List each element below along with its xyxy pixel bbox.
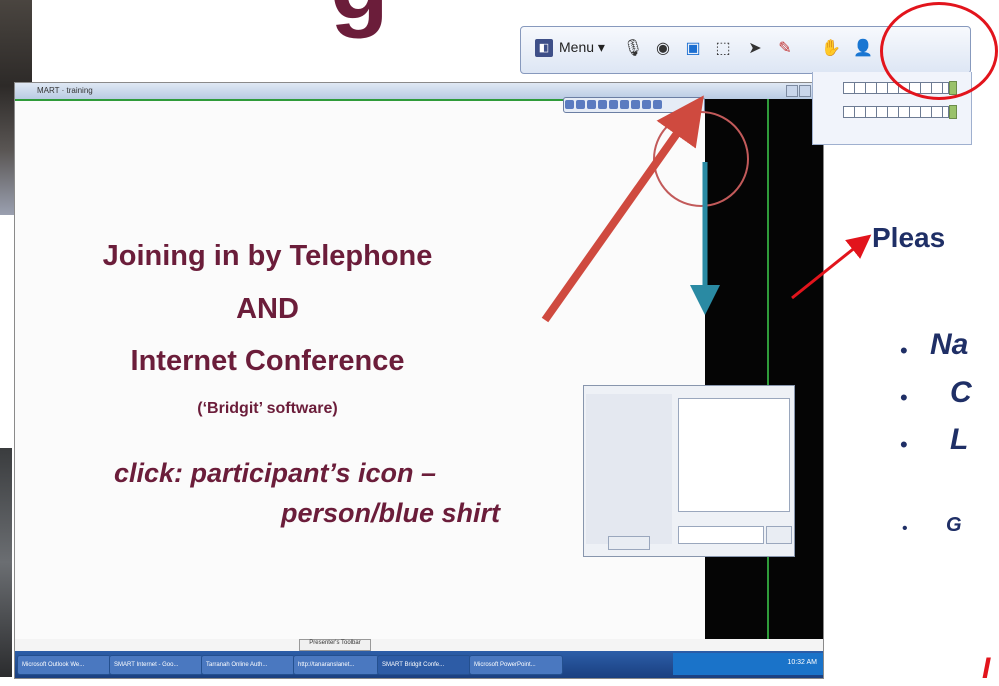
bullet-marker: • bbox=[900, 432, 908, 457]
please-heading: Pleas bbox=[872, 222, 946, 253]
heading-line-telephone: Joining in by Telephone bbox=[102, 240, 433, 272]
instruction-line-2: person/blue shirt bbox=[280, 498, 500, 528]
trailing-fragment: I bbox=[982, 652, 991, 685]
bullet-marker: • bbox=[900, 385, 908, 410]
software-note: (‘Bridgit’ software) bbox=[197, 400, 338, 417]
bullet-text: L bbox=[950, 423, 969, 456]
bullet-text: Na bbox=[930, 328, 969, 361]
heading-line-and: AND bbox=[236, 293, 299, 325]
bullet-marker: • bbox=[900, 338, 908, 363]
bullet-marker: • bbox=[902, 520, 908, 537]
instruction-line-1: click: participant’s icon – bbox=[113, 458, 437, 488]
red-arrow-to-icon bbox=[541, 95, 704, 323]
heading-line-internet: Internet Conference bbox=[130, 345, 405, 377]
annotation-arrows bbox=[541, 95, 872, 323]
bullet-text: G bbox=[946, 514, 962, 536]
red-arrow-to-please bbox=[791, 234, 872, 300]
bullet-text: C bbox=[950, 376, 972, 409]
